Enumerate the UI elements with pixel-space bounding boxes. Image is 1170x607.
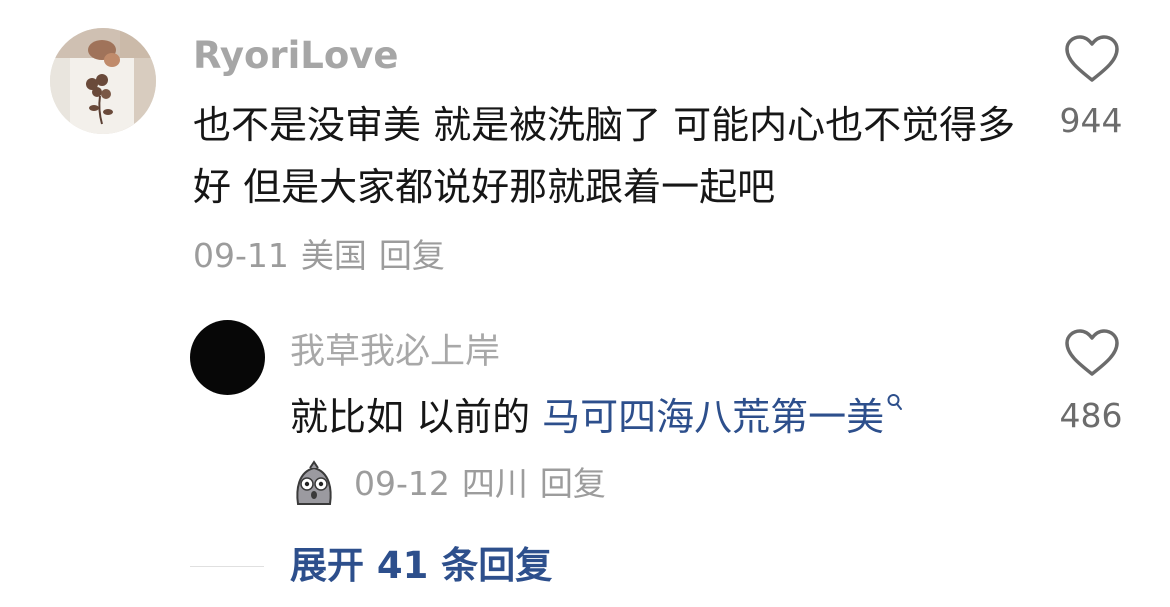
avatar[interactable] xyxy=(50,28,156,134)
heart-outline-icon xyxy=(1065,35,1119,82)
reply-button[interactable]: 回复 xyxy=(379,236,445,275)
reply-reply-button[interactable]: 回复 xyxy=(540,464,606,503)
username[interactable]: RyoriLove xyxy=(193,34,399,78)
reply-meta: 09-12 四川 回复 xyxy=(354,462,618,506)
comment-meta: 09-11 美国 回复 xyxy=(193,234,457,278)
reply-text-prefix: 就比如 以前的 xyxy=(290,395,543,439)
like-count: 944 xyxy=(1059,101,1123,140)
search-link[interactable]: 马可四海八荒第一美 xyxy=(542,394,904,439)
reply-username[interactable]: 我草我必上岸 xyxy=(290,330,500,374)
divider xyxy=(190,566,264,567)
reply-date: 09-12 xyxy=(354,464,450,503)
search-icon xyxy=(887,394,903,410)
comment-date: 09-11 xyxy=(193,236,289,275)
like-button[interactable] xyxy=(1064,34,1120,84)
ghost-emoji-icon xyxy=(290,460,338,508)
comment-text: 也不是没审美 就是被洗脑了 可能内心也不觉得多好 但是大家都说好那就跟着一起吧 xyxy=(193,103,1016,209)
reply-like-button[interactable] xyxy=(1064,328,1120,378)
reply-text: 就比如 以前的 马可四海八荒第一美 xyxy=(290,392,904,442)
comment-location: 美国 xyxy=(300,236,367,275)
search-link-label[interactable]: 马可四海八荒第一美 xyxy=(542,395,884,439)
reply-like-count: 486 xyxy=(1059,396,1123,435)
heart-outline-icon xyxy=(1065,329,1119,376)
expand-replies-button[interactable]: 展开 41 条回复 xyxy=(290,542,552,590)
avatar-photo xyxy=(50,28,156,134)
reply-location: 四川 xyxy=(461,464,528,503)
reply-avatar[interactable] xyxy=(190,320,265,395)
